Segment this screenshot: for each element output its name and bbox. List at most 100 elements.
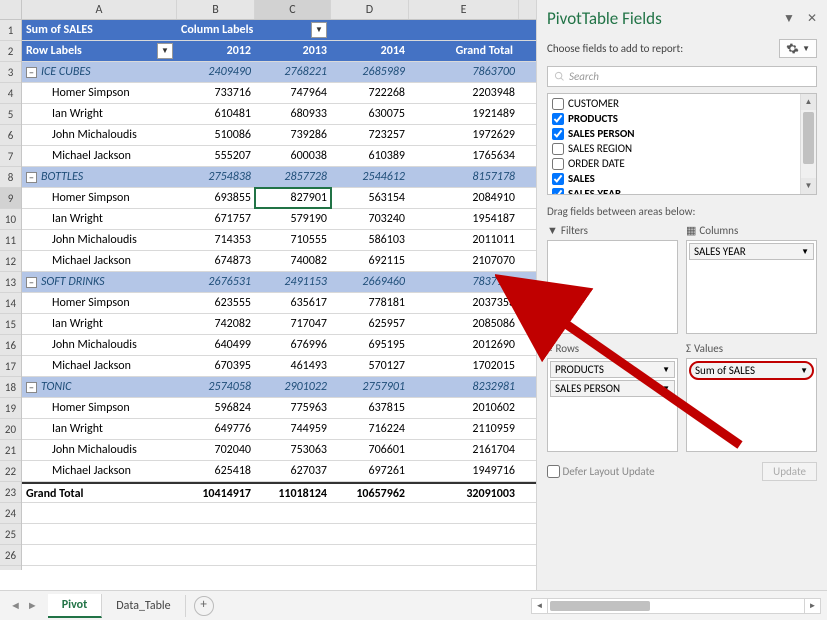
data-cell[interactable]: 716224 — [331, 419, 409, 439]
row-header-16[interactable]: 16 — [0, 335, 21, 356]
row-header-5[interactable]: 5 — [0, 104, 21, 125]
data-cell[interactable]: 635617 — [255, 293, 331, 313]
data-cell[interactable]: 670395 — [177, 356, 255, 376]
empty-cell[interactable] — [409, 545, 519, 565]
col-header-c[interactable]: C — [255, 0, 331, 19]
data-cell[interactable]: 1702015 — [409, 356, 519, 376]
empty-cell[interactable] — [409, 524, 519, 544]
row-header-18[interactable]: 18 — [0, 377, 21, 398]
tab-nav-prev-icon[interactable]: ► — [27, 599, 38, 612]
data-cell[interactable]: 555207 — [177, 146, 255, 166]
row-header-1[interactable]: 1 — [0, 20, 21, 41]
tab-data-table[interactable]: Data_Table — [102, 595, 185, 617]
field-checkbox[interactable] — [552, 158, 564, 170]
data-cell[interactable]: 2574058 — [177, 377, 255, 397]
field-checkbox[interactable] — [552, 98, 564, 110]
panel-close-icon[interactable]: ✕ — [807, 11, 817, 26]
data-cell[interactable]: 7863700 — [409, 62, 519, 82]
data-cell[interactable]: 2010602 — [409, 398, 519, 418]
data-cell[interactable]: 706601 — [331, 440, 409, 460]
hscroll-left-icon[interactable]: ◄ — [532, 599, 548, 613]
field-checkbox[interactable] — [552, 188, 564, 196]
data-cell[interactable]: 8157178 — [409, 167, 519, 187]
data-cell[interactable]: 722268 — [331, 83, 409, 103]
data-cell[interactable]: 2085086 — [409, 314, 519, 334]
row-label-cell[interactable]: Michael Jackson — [22, 251, 177, 271]
columns-chip-sales-year[interactable]: SALES YEAR▼ — [689, 243, 814, 260]
data-cell[interactable]: 717047 — [255, 314, 331, 334]
row-label-cell[interactable]: Michael Jackson — [22, 461, 177, 481]
data-cell[interactable]: 2084910 — [409, 188, 519, 208]
data-cell[interactable]: 2491153 — [255, 272, 331, 292]
row-header-2[interactable]: 2 — [0, 41, 21, 62]
data-cell[interactable]: 703240 — [331, 209, 409, 229]
values-drop-area[interactable]: Sum of SALES▼ — [686, 358, 817, 452]
row-header-12[interactable]: 12 — [0, 251, 21, 272]
data-cell[interactable]: 697261 — [331, 461, 409, 481]
data-cell[interactable]: 10657962 — [331, 484, 409, 502]
row-header-22[interactable]: 22 — [0, 461, 21, 482]
rows-chip-sales-person[interactable]: SALES PERSON▼ — [550, 380, 675, 397]
row-label-cell[interactable]: John Michaloudis — [22, 440, 177, 460]
empty-cell[interactable] — [331, 545, 409, 565]
row-header-11[interactable]: 11 — [0, 230, 21, 251]
data-cell[interactable]: 733716 — [177, 83, 255, 103]
data-cell[interactable]: 32091003 — [409, 484, 519, 502]
filters-drop-area[interactable] — [547, 240, 678, 334]
row-header-13[interactable]: 13 — [0, 272, 21, 293]
data-cell[interactable]: 627037 — [255, 461, 331, 481]
field-checkbox[interactable] — [552, 113, 564, 125]
data-cell[interactable]: 744959 — [255, 419, 331, 439]
data-cell[interactable]: 610481 — [177, 104, 255, 124]
data-cell[interactable]: 2754838 — [177, 167, 255, 187]
collapse-icon[interactable]: − — [26, 382, 37, 393]
row-header-3[interactable]: 3 — [0, 62, 21, 83]
data-cell[interactable]: 2544612 — [331, 167, 409, 187]
empty-cell[interactable] — [331, 503, 409, 523]
data-cell[interactable]: 2857728 — [255, 167, 331, 187]
col-header-d[interactable]: D — [331, 0, 409, 19]
data-cell[interactable]: 747964 — [255, 83, 331, 103]
data-cell[interactable]: 2685989 — [331, 62, 409, 82]
scroll-thumb[interactable] — [803, 112, 814, 164]
row-header-14[interactable]: 14 — [0, 293, 21, 314]
row-label-cell[interactable]: Michael Jackson — [22, 146, 177, 166]
data-cell[interactable]: 2107070 — [409, 251, 519, 271]
row-header-26[interactable]: 26 — [0, 545, 21, 566]
panel-settings-button[interactable]: ▼ — [779, 39, 817, 58]
data-cell[interactable]: 2012690 — [409, 335, 519, 355]
tab-nav-first-icon[interactable]: ◄ — [10, 599, 21, 612]
row-label-cell[interactable]: Michael Jackson — [22, 356, 177, 376]
data-cell[interactable]: 579190 — [255, 209, 331, 229]
data-cell[interactable]: 510086 — [177, 125, 255, 145]
col-header-a[interactable]: A — [22, 0, 177, 19]
data-cell[interactable]: 2676531 — [177, 272, 255, 292]
empty-cell[interactable] — [255, 503, 331, 523]
data-cell[interactable]: 623555 — [177, 293, 255, 313]
collapse-icon[interactable]: − — [26, 67, 37, 78]
columns-drop-area[interactable]: SALES YEAR▼ — [686, 240, 817, 334]
row-label-cell[interactable]: Homer Simpson — [22, 398, 177, 418]
data-cell[interactable]: 2409490 — [177, 62, 255, 82]
year-2012[interactable]: 2012 — [177, 41, 255, 61]
add-sheet-button[interactable]: + — [194, 596, 214, 616]
data-cell[interactable]: 586103 — [331, 230, 409, 250]
row-label-cell[interactable]: John Michaloudis — [22, 335, 177, 355]
data-cell[interactable]: 2110959 — [409, 419, 519, 439]
field-checkbox[interactable] — [552, 173, 564, 185]
data-cell[interactable]: 2037353 — [409, 293, 519, 313]
column-labels-dropdown-icon[interactable]: ▼ — [311, 22, 327, 38]
row-label-cell[interactable]: Ian Wright — [22, 314, 177, 334]
empty-cell[interactable] — [409, 503, 519, 523]
row-header-17[interactable]: 17 — [0, 356, 21, 377]
row-header-24[interactable]: 24 — [0, 503, 21, 524]
field-item-sales-year[interactable]: SALES YEAR — [552, 186, 812, 195]
rows-chip-products[interactable]: PRODUCTS▼ — [550, 361, 675, 378]
data-cell[interactable]: 2669460 — [331, 272, 409, 292]
row-label-cell[interactable]: −ICE CUBES — [22, 62, 177, 82]
data-cell[interactable]: 710555 — [255, 230, 331, 250]
data-cell[interactable]: 2011011 — [409, 230, 519, 250]
field-item-products[interactable]: PRODUCTS — [552, 111, 812, 126]
row-header-20[interactable]: 20 — [0, 419, 21, 440]
row-header-6[interactable]: 6 — [0, 125, 21, 146]
